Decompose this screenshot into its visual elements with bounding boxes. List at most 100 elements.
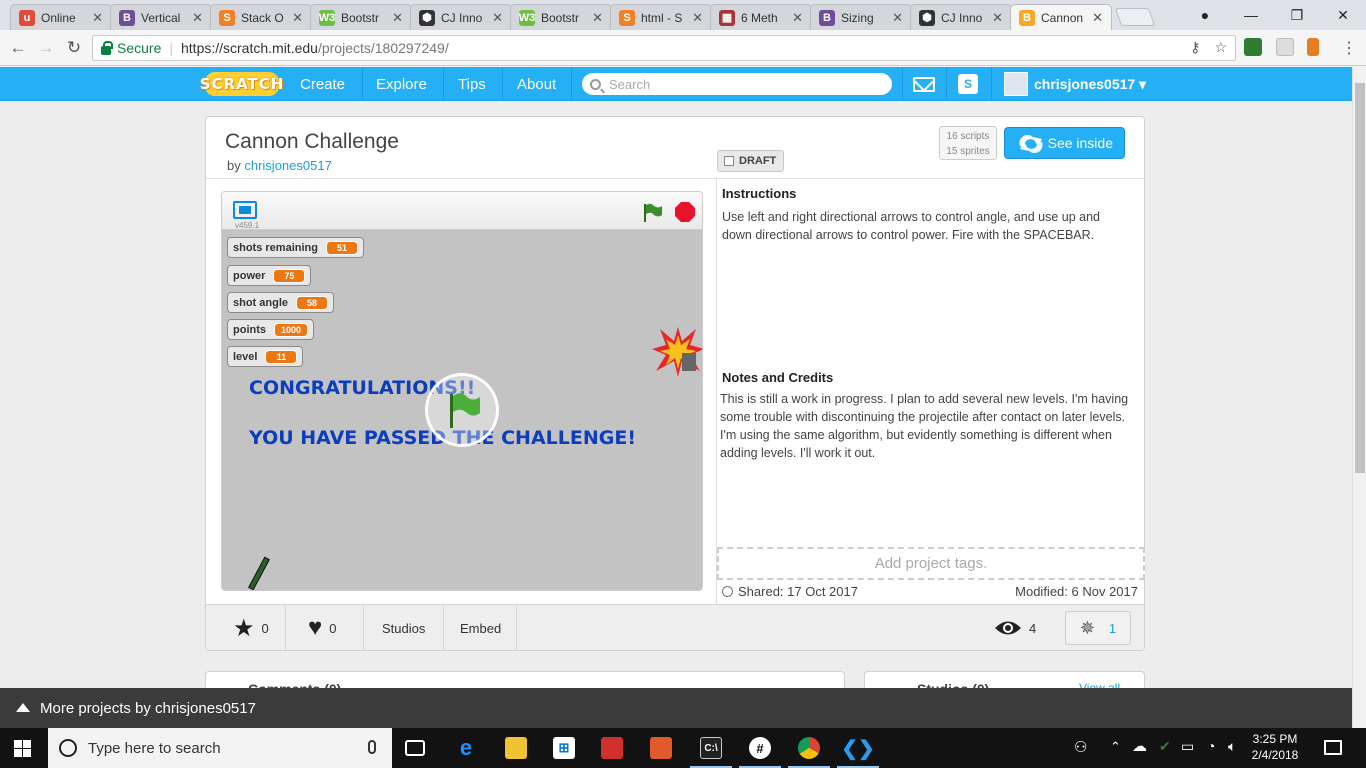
people-icon[interactable]: ⚇: [1074, 738, 1087, 756]
project-tags-input[interactable]: Add project tags.: [717, 547, 1145, 580]
browser-tab[interactable]: W3 Bootstr ✕: [310, 4, 412, 30]
reload-icon[interactable]: ↻: [60, 38, 88, 58]
browser-tab[interactable]: ⬢ CJ Inno ✕: [910, 4, 1012, 30]
browser-tab[interactable]: B Cannon ✕: [1010, 4, 1112, 30]
bookmark-star-icon[interactable]: ☆: [1214, 39, 1227, 56]
security-tray-icon[interactable]: ✔: [1159, 738, 1171, 755]
fullscreen-icon[interactable]: [233, 201, 257, 219]
tab-close-icon[interactable]: ✕: [392, 10, 403, 26]
maximize-button[interactable]: ❐: [1274, 0, 1320, 30]
address-toolbar: ← → ↻ Secure | https://scratch.mit.edu/p…: [0, 30, 1366, 66]
forward-icon[interactable]: →: [32, 38, 60, 58]
stage-canvas[interactable]: shots remaining 51 power 75 shot angle 58 p…: [222, 230, 702, 590]
draft-checkbox[interactable]: [724, 156, 734, 166]
clock-time: 3:25 PM: [1252, 732, 1298, 746]
tab-close-icon[interactable]: ✕: [1092, 10, 1103, 26]
tab-close-icon[interactable]: ✕: [592, 10, 603, 26]
tab-close-icon[interactable]: ✕: [192, 10, 203, 26]
favorite-button[interactable]: ★ 0: [233, 605, 269, 651]
tray-chevron-icon[interactable]: ⌃: [1110, 739, 1121, 755]
tab-close-icon[interactable]: ✕: [492, 10, 503, 26]
avatar[interactable]: [1004, 72, 1028, 96]
key-icon[interactable]: ⚷: [1190, 39, 1200, 56]
author-link[interactable]: chrisjones0517: [244, 158, 331, 173]
extension-ruler-icon[interactable]: [1307, 38, 1319, 56]
browser-tab[interactable]: ⬢ CJ Inno ✕: [410, 4, 512, 30]
tab-close-icon[interactable]: ✕: [292, 10, 303, 26]
see-inside-button[interactable]: See inside: [1004, 127, 1125, 159]
views-number: 4: [1029, 620, 1037, 636]
my-stuff-icon[interactable]: S: [958, 74, 978, 94]
scrollbar-thumb[interactable]: [1355, 83, 1365, 473]
account-menu[interactable]: chrisjones0517 ▾: [1034, 67, 1146, 101]
back-icon[interactable]: ←: [4, 38, 32, 58]
profile-icon[interactable]: ●: [1182, 0, 1228, 30]
minimize-button[interactable]: —: [1228, 0, 1274, 30]
nav-about[interactable]: About: [505, 67, 568, 101]
app-book-icon[interactable]: [601, 737, 623, 759]
taskbar-search[interactable]: Type here to search: [48, 728, 392, 768]
volume-icon[interactable]: 🔈︎: [1228, 738, 1236, 755]
extension-cube-icon[interactable]: [1276, 38, 1294, 56]
task-view-icon[interactable]: [405, 740, 425, 756]
file-explorer-icon[interactable]: [505, 737, 527, 759]
windows-start-icon[interactable]: [14, 740, 31, 757]
remix-tree-button[interactable]: ✵ 1: [1065, 611, 1131, 645]
draft-toggle[interactable]: DRAFT: [717, 150, 784, 172]
browser-tab[interactable]: B Vertical ✕: [110, 4, 212, 30]
onedrive-icon[interactable]: ☁: [1132, 737, 1147, 755]
battery-icon[interactable]: ▭: [1181, 738, 1194, 755]
browser-tab[interactable]: ▦ 6 Meth ✕: [710, 4, 812, 30]
microphone-icon[interactable]: [368, 740, 376, 754]
green-flag-icon[interactable]: [642, 202, 664, 224]
instructions-text[interactable]: Use left and right directional arrows to…: [722, 208, 1132, 244]
menu-dots-icon[interactable]: ⋮: [1341, 38, 1357, 58]
nav-explore[interactable]: Explore: [364, 67, 439, 101]
terminal-icon[interactable]: C:\: [700, 737, 722, 759]
messages-icon[interactable]: [913, 77, 935, 92]
project-title: Cannon Challenge: [225, 130, 399, 153]
close-window-button[interactable]: ✕: [1320, 0, 1366, 30]
monitor-power: power 75: [227, 265, 312, 286]
tab-close-icon[interactable]: ✕: [792, 10, 803, 26]
embed-button[interactable]: Embed: [460, 605, 501, 651]
tab-close-icon[interactable]: ✕: [992, 10, 1003, 26]
edge-icon[interactable]: e: [455, 735, 477, 760]
player-controls: v459.1: [222, 192, 702, 230]
page-scrollbar[interactable]: [1352, 67, 1366, 728]
browser-tab[interactable]: W3 Bootstr ✕: [510, 4, 612, 30]
notes-text[interactable]: This is still a work in progress. I plan…: [720, 390, 1130, 462]
shared-date-text: Shared: 17 Oct 2017: [738, 584, 858, 599]
search-input[interactable]: Search: [582, 73, 892, 95]
scratch-logo[interactable]: SCRATCH: [200, 72, 283, 96]
tab-close-icon[interactable]: ✕: [892, 10, 903, 26]
vscode-icon[interactable]: ❮❯: [841, 737, 875, 760]
monitor-points: points 1000: [227, 319, 315, 340]
studios-button[interactable]: Studios: [382, 605, 425, 651]
nav-create[interactable]: Create: [288, 67, 357, 101]
love-button[interactable]: ♥ 0: [308, 605, 336, 651]
url-bar[interactable]: Secure | https://scratch.mit.edu/project…: [92, 35, 1236, 61]
nav-tips[interactable]: Tips: [446, 67, 498, 101]
modified-date: Modified: 6 Nov 2017: [1015, 584, 1138, 599]
more-projects-bar[interactable]: More projects by chrisjones0517: [0, 688, 1352, 728]
browser-tab[interactable]: Shtml - S ✕: [610, 4, 712, 30]
extension-shield-icon[interactable]: [1244, 38, 1262, 56]
tab-close-icon[interactable]: ✕: [92, 10, 103, 26]
browser-tab[interactable]: S Stack O ✕: [210, 4, 312, 30]
browser-tab[interactable]: u Online ✕: [10, 4, 112, 30]
app-orange-icon[interactable]: [650, 737, 672, 759]
wifi-icon[interactable]: ◔: [1207, 738, 1215, 754]
store-icon[interactable]: ⊞: [553, 737, 575, 759]
play-overlay-button[interactable]: [425, 373, 499, 447]
tab-title: Online: [41, 10, 76, 25]
stop-icon[interactable]: [675, 202, 695, 222]
slack-icon[interactable]: #: [749, 737, 771, 759]
tab-favicon-icon: W3: [318, 9, 336, 26]
browser-tab[interactable]: B Sizing ✕: [810, 4, 912, 30]
system-clock[interactable]: 3:25 PM 2/4/2018: [1245, 731, 1305, 763]
tab-close-icon[interactable]: ✕: [692, 10, 703, 26]
action-center-icon[interactable]: [1324, 740, 1342, 755]
chrome-icon[interactable]: [798, 737, 820, 759]
new-tab-button[interactable]: [1114, 8, 1156, 26]
